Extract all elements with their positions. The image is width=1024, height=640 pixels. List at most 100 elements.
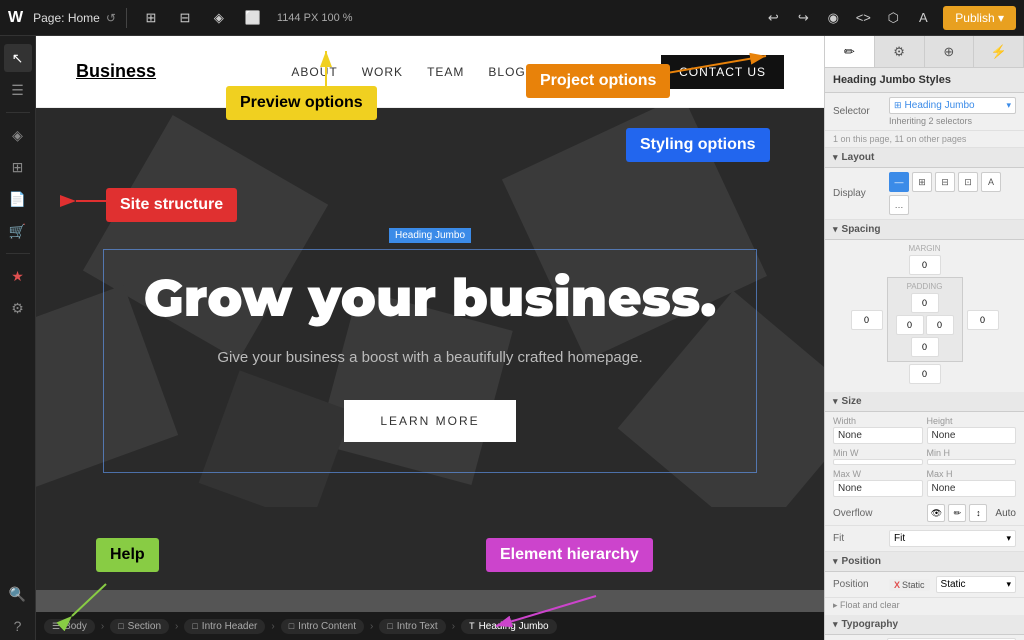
minw-input[interactable] xyxy=(833,459,923,465)
margin-right-input[interactable] xyxy=(967,310,999,330)
breadcrumb-sep-4: › xyxy=(370,621,373,632)
section-icon: □ xyxy=(118,621,123,631)
undo-button[interactable]: ↩ xyxy=(759,4,787,32)
publish-button[interactable]: Publish ▾ xyxy=(943,6,1016,30)
position-section-header[interactable]: Position xyxy=(825,552,1024,572)
overflow-edit-icon[interactable]: ✏ xyxy=(948,504,966,522)
breadcrumb-section[interactable]: □ Section xyxy=(110,619,169,634)
padding-left-input[interactable] xyxy=(896,315,924,335)
display-icons: — ⊞ ⊟ ⊡ A … xyxy=(889,172,1016,215)
component-icon[interactable]: ◈ xyxy=(205,4,233,32)
bottom-breadcrumb-bar: ☰ Body › □ Section › □ Intro Header › □ … xyxy=(36,612,824,640)
padding-top-input[interactable] xyxy=(911,293,939,313)
overflow-row: Overflow 👁 ✏ ↕ Auto xyxy=(825,501,1024,526)
overflow-eye-icon[interactable]: 👁 xyxy=(927,504,945,522)
device-icon[interactable]: ⬜ xyxy=(239,4,267,32)
grid-icon[interactable]: ⊟ xyxy=(171,4,199,32)
panel-interactions-icon[interactable]: ⊕ xyxy=(925,36,975,67)
breadcrumb-body[interactable]: ☰ Body xyxy=(44,619,95,634)
site-nav: Business ABOUT WORK TEAM BLOG CONTACT US xyxy=(36,36,824,108)
sidebar-icon-pages[interactable]: 📄 xyxy=(4,185,32,213)
display-more-btn[interactable]: … xyxy=(889,195,909,215)
code-icon[interactable]: <> xyxy=(849,4,877,32)
selector-value[interactable]: ⊞ Heading Jumbo ▾ xyxy=(889,97,1016,114)
maxh-field: Max H None xyxy=(927,469,1017,497)
overflow-scroll-icon[interactable]: ↕ xyxy=(969,504,987,522)
selector-row: Selector ⊞ Heading Jumbo ▾ Inheriting 2 … xyxy=(825,93,1024,131)
float-clear-toggle[interactable]: Float and clear xyxy=(825,598,1024,615)
sidebar-icon-navigator[interactable]: ☰ xyxy=(4,76,32,104)
sidebar-icon-settings[interactable]: ⚙ xyxy=(4,294,32,322)
sidebar-icon-assets[interactable]: ★ xyxy=(4,262,32,290)
sidebar-icon-cursor[interactable]: ↖ xyxy=(4,44,32,72)
breadcrumb-intro-content-label: Intro Content xyxy=(298,621,356,632)
overflow-auto-label: Auto xyxy=(995,508,1016,519)
redo-button[interactable]: ↪ xyxy=(789,4,817,32)
hero-section: Heading Jumbo Grow your business. Give y… xyxy=(36,108,824,590)
display-inline-btn[interactable]: ⊡ xyxy=(958,172,978,192)
height-input[interactable]: None xyxy=(927,427,1017,444)
sidebar-icon-help[interactable]: ? xyxy=(4,612,32,640)
maxh-label: Max H xyxy=(927,469,1017,479)
padding-right-input[interactable] xyxy=(926,315,954,335)
nav-about[interactable]: ABOUT xyxy=(291,63,337,81)
panel-custom-icon[interactable]: ⚡ xyxy=(974,36,1024,67)
width-field: Width None xyxy=(833,416,923,444)
size-info: 1144 PX 100 % xyxy=(277,12,353,24)
font-row: Font Montserrat ▾ xyxy=(825,635,1024,640)
display-a-btn[interactable]: A xyxy=(981,172,1001,192)
panel-settings-icon[interactable]: ⚙ xyxy=(875,36,925,67)
fit-select[interactable]: Fit ▾ xyxy=(889,530,1016,547)
margin-bottom-input[interactable] xyxy=(909,364,941,384)
page-label: Page: Home xyxy=(33,11,100,25)
height-label: Height xyxy=(927,416,1017,426)
font-icon[interactable]: A xyxy=(909,4,937,32)
refresh-icon[interactable]: ↺ xyxy=(106,11,116,25)
hero-subtext: Give your business a boost with a beauti… xyxy=(144,347,716,370)
nav-blog[interactable]: BLOG xyxy=(488,63,525,81)
maxh-input[interactable]: None xyxy=(927,480,1017,497)
display-flex-btn[interactable]: ⊞ xyxy=(912,172,932,192)
element-hierarchy-annotation: Element hierarchy xyxy=(486,538,653,572)
share-icon[interactable]: ⬡ xyxy=(879,4,907,32)
breadcrumb-intro-header[interactable]: □ Intro Header xyxy=(184,619,265,634)
panel-style-icon[interactable]: ✏ xyxy=(825,36,875,67)
view-icon[interactable]: ◉ xyxy=(819,4,847,32)
nav-team[interactable]: TEAM xyxy=(427,63,464,81)
sidebar-icon-cms[interactable]: ⊞ xyxy=(4,153,32,181)
position-select[interactable]: Static ▾ xyxy=(936,576,1016,593)
display-grid-btn[interactable]: ⊟ xyxy=(935,172,955,192)
selector-label: Selector xyxy=(833,106,883,117)
minh-input[interactable] xyxy=(927,459,1017,465)
site-structure-annotation: Site structure xyxy=(106,188,237,222)
nav-work[interactable]: WORK xyxy=(362,63,403,81)
breadcrumb-sep-3: › xyxy=(271,621,274,632)
panel-top-icons: ✏ ⚙ ⊕ ⚡ xyxy=(825,36,1024,68)
heading-jumbo-label: Heading Jumbo xyxy=(389,228,471,243)
size-section-header[interactable]: Size xyxy=(825,392,1024,412)
breadcrumb-heading-jumbo[interactable]: T Heading Jumbo xyxy=(461,619,557,634)
maxw-input[interactable]: None xyxy=(833,480,923,497)
breadcrumb-section-label: Section xyxy=(128,621,161,632)
typography-section-header[interactable]: Typography xyxy=(825,615,1024,635)
fit-label: Fit xyxy=(833,533,883,544)
sidebar-icon-ecommerce[interactable]: 🛒 xyxy=(4,217,32,245)
sidebar-icon-search[interactable]: 🔍 xyxy=(4,580,32,608)
spacing-section-header[interactable]: Spacing xyxy=(825,220,1024,240)
margin-top-input[interactable] xyxy=(909,255,941,275)
intro-content-icon: □ xyxy=(289,621,294,631)
sidebar-icon-components[interactable]: ◈ xyxy=(4,121,32,149)
contact-us-button[interactable]: CONTACT US xyxy=(661,55,784,89)
breadcrumb-intro-text-label: Intro Text xyxy=(397,621,438,632)
margin-left-input[interactable] xyxy=(851,310,883,330)
hero-cta-button[interactable]: LEARN MORE xyxy=(344,400,515,442)
layout-section-header[interactable]: Layout xyxy=(825,148,1024,168)
padding-bottom-input[interactable] xyxy=(911,337,939,357)
breadcrumb-intro-content[interactable]: □ Intro Content xyxy=(281,619,364,634)
breadcrumb-body-label: Body xyxy=(64,621,87,632)
width-input[interactable]: None xyxy=(833,427,923,444)
breadcrumb-intro-text[interactable]: □ Intro Text xyxy=(379,619,445,634)
overflow-label: Overflow xyxy=(833,508,883,519)
display-block-btn[interactable]: — xyxy=(889,172,909,192)
layout-icon[interactable]: ⊞ xyxy=(137,4,165,32)
